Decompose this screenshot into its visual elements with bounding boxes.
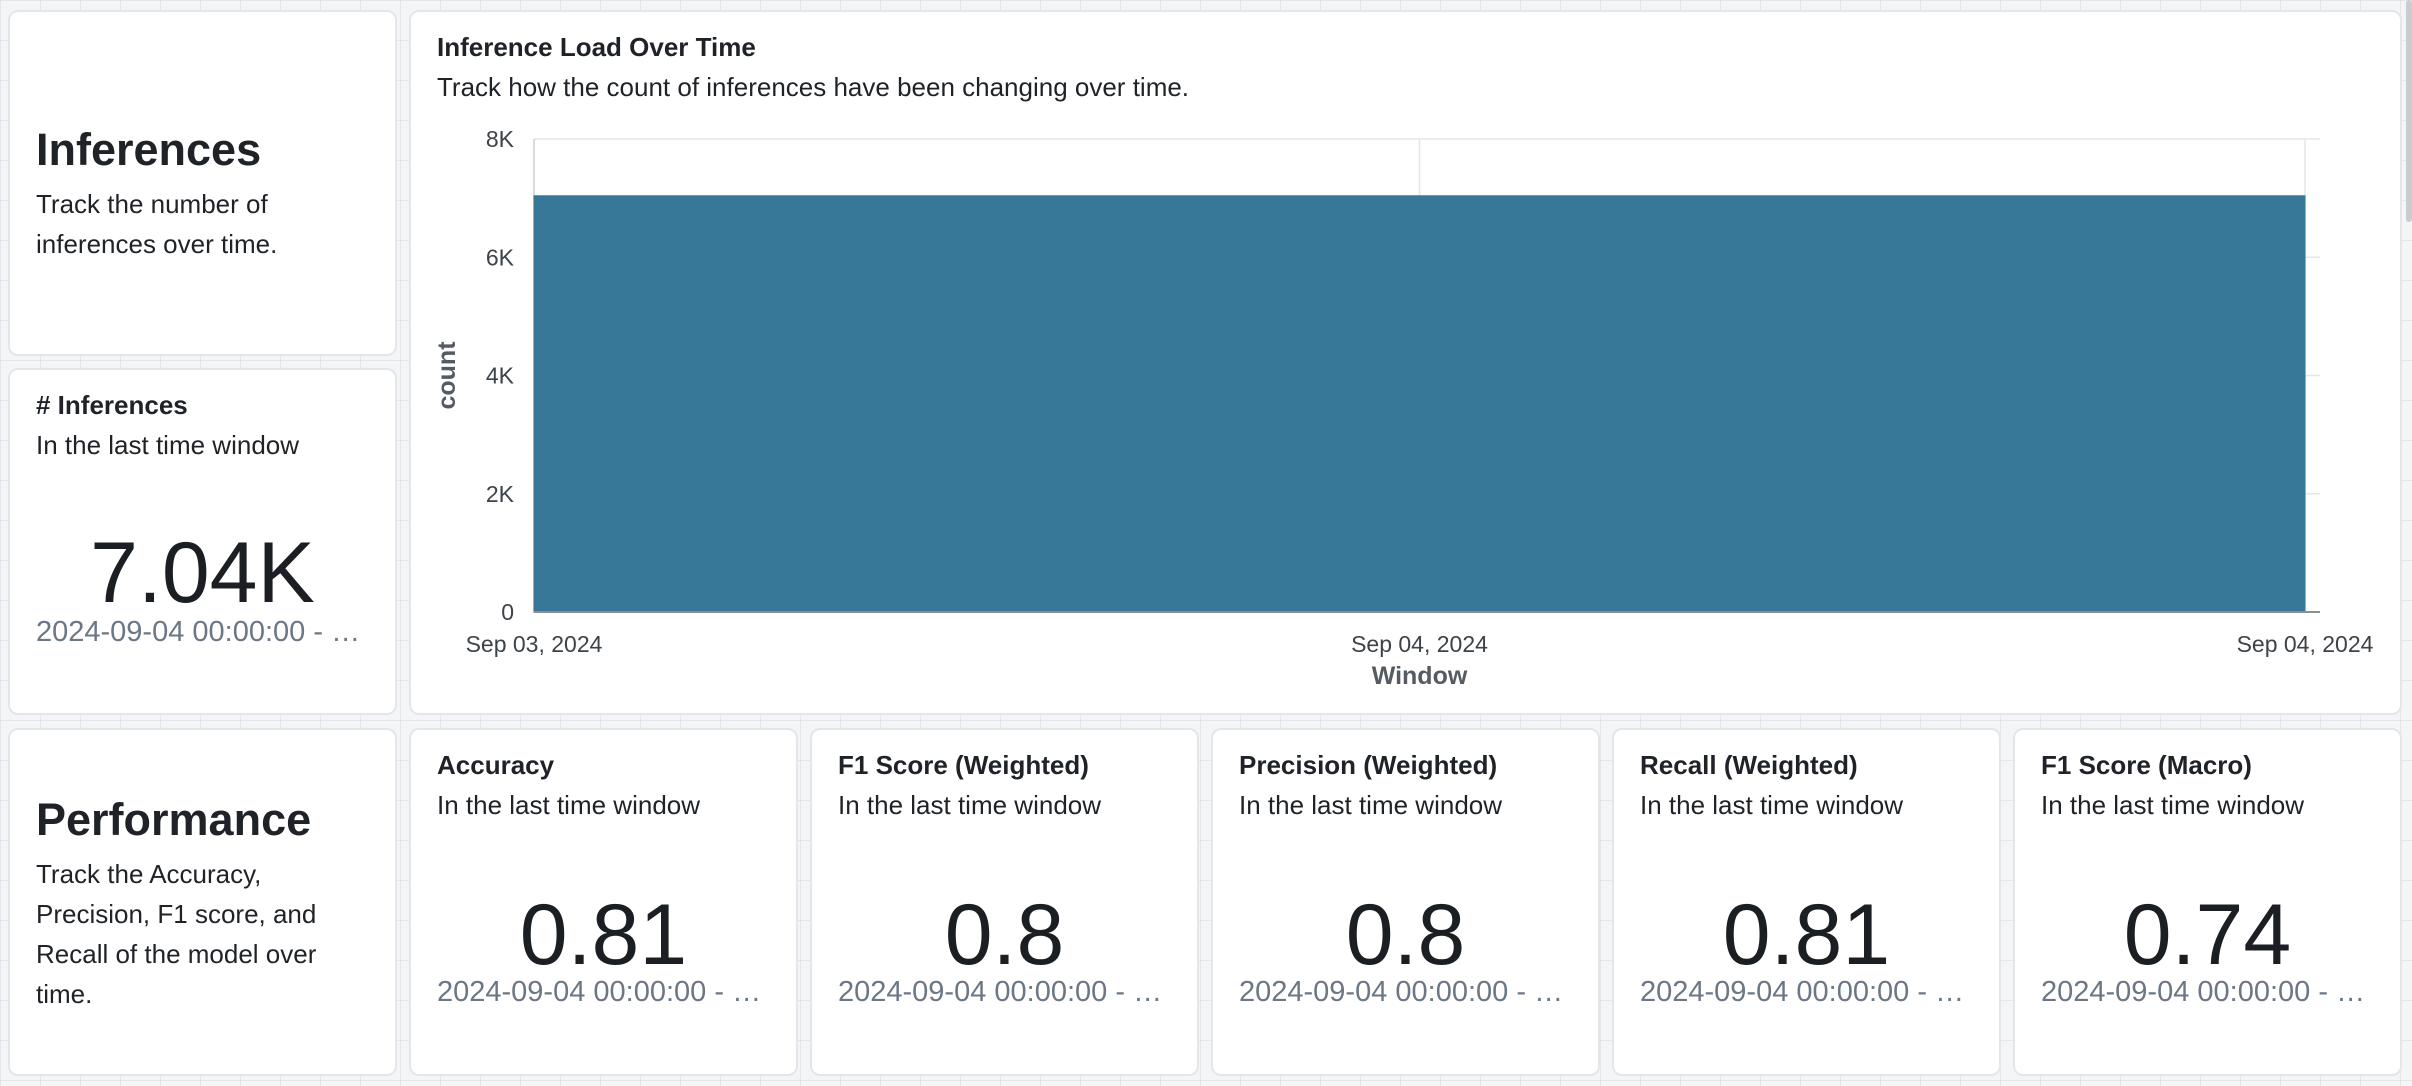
metric-value: 0.8 (944, 887, 1065, 983)
inferences-section-card: Inferences Track the number of inference… (8, 10, 397, 356)
metric-range: 2024-09-04 00:00:00 - 2024-09-05 00:00:0… (1239, 976, 1576, 1008)
inference-load-chart-card: Inference Load Over Time Track how the c… (409, 10, 2402, 715)
metric-title: F1 Score (Weighted) (838, 750, 1089, 780)
metric-title: F1 Score (Macro) (2041, 750, 2252, 780)
metric-tile-precision-weighted: Precision (Weighted) In the last time wi… (1211, 728, 1600, 1076)
metric-subtitle: In the last time window (437, 790, 701, 820)
metric-tile-f1-weighted: F1 Score (Weighted) In the last time win… (810, 728, 1199, 1076)
inference-load-chart[interactable]: 0 2K 4K 6K 8K Sep 03, 2024 Sep 04, 2024 Sep 04,… (411, 12, 2400, 713)
metric-title: Accuracy (437, 750, 555, 780)
metric-value: 0.81 (1722, 887, 1891, 983)
y-axis-label: count (433, 341, 461, 410)
inferences-count-subtitle: In the last time window (36, 430, 300, 460)
inferences-section-description: Track the number of inferences over time… (36, 189, 278, 259)
metric-tile-f1-macro: F1 Score (Macro) In the last time window… (2013, 728, 2402, 1076)
performance-section-title: Performance (36, 794, 312, 845)
x-tick-label: Sep 03, 2024 (466, 631, 603, 657)
metric-subtitle: In the last time window (1640, 790, 1904, 820)
performance-section-card: Performance Track the Accuracy, Precisio… (8, 728, 397, 1076)
metric-value: 0.74 (2123, 887, 2292, 983)
y-tick-label: 8K (486, 126, 515, 152)
metric-title: Precision (Weighted) (1239, 750, 1498, 780)
y-tick-label: 2K (486, 481, 515, 507)
metric-range: 2024-09-04 00:00:00 - 2024-09-05 00:00:0… (1640, 976, 1977, 1008)
metric-value: 0.81 (519, 887, 688, 983)
x-tick-label: Sep 04, 2024 (1351, 631, 1488, 657)
inferences-count-tile: # Inferences In the last time window 7.0… (8, 368, 397, 715)
page-scrollbar[interactable] (2406, 0, 2412, 222)
metric-tile-recall-weighted: Recall (Weighted) In the last time windo… (1612, 728, 2001, 1076)
performance-section-description: Track the Accuracy, Precision, F1 score,… (36, 859, 317, 1009)
y-tick-label: 6K (486, 244, 515, 270)
inferences-section-title: Inferences (36, 124, 262, 175)
metric-range: 2024-09-04 00:00:00 - 2024-09-05 00:00:0… (838, 976, 1175, 1008)
metric-range: 2024-09-04 00:00:00 - 2024-09-05 00:00:0… (437, 976, 774, 1008)
metric-value: 0.8 (1345, 887, 1466, 983)
metric-title: Recall (Weighted) (1640, 750, 1858, 780)
metric-subtitle: In the last time window (2041, 790, 2305, 820)
x-axis-label: Window (1372, 662, 1468, 690)
metric-subtitle: In the last time window (1239, 790, 1503, 820)
inferences-count-value: 7.04K (90, 525, 315, 621)
metric-subtitle: In the last time window (838, 790, 1102, 820)
y-tick-label: 0 (501, 599, 514, 625)
inferences-count-title: # Inferences (36, 390, 188, 420)
metric-range: 2024-09-04 00:00:00 - 2024-09-05 00:00:0… (2041, 976, 2378, 1008)
metric-tile-accuracy: Accuracy In the last time window 0.81 20… (409, 728, 798, 1076)
area-series (533, 195, 2306, 613)
x-tick-label: Sep 04, 2024 (2237, 631, 2374, 657)
y-tick-label: 4K (486, 363, 515, 389)
inferences-count-range: 2024-09-04 00:00:00 - 2024-09-05 00:00:0… (36, 616, 373, 648)
